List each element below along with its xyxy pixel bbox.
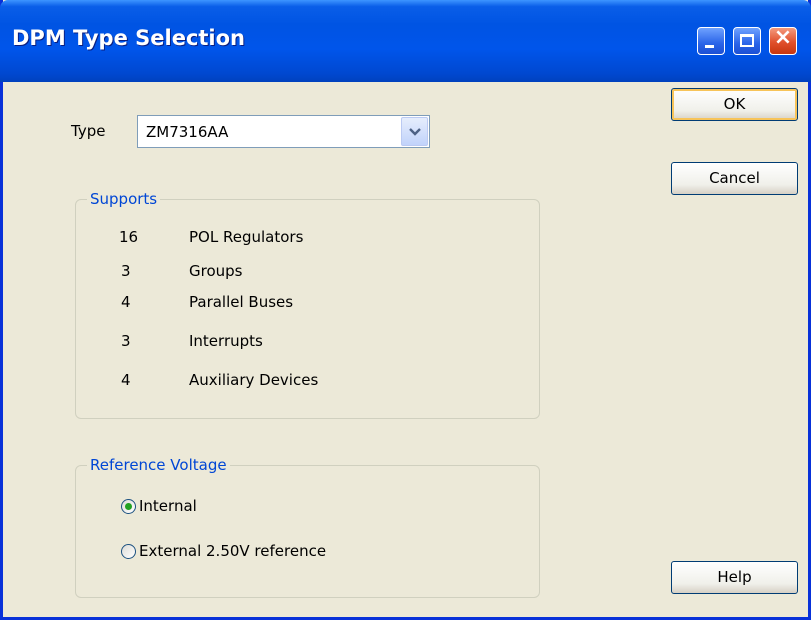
close-button[interactable]: × <box>769 25 797 55</box>
reference-voltage-group <box>75 465 540 598</box>
maximize-icon <box>740 34 754 47</box>
type-label: Type <box>71 122 106 140</box>
supports-legend: Supports <box>87 190 161 208</box>
dialog-window: DPM Type Selection × Type ZM7316AA Suppo… <box>0 0 811 620</box>
auxiliary-devices-label: Auxiliary Devices <box>189 371 319 389</box>
groups-label: Groups <box>189 262 243 280</box>
parallel-buses-count: 4 <box>121 293 131 311</box>
type-select[interactable]: ZM7316AA <box>137 115 430 148</box>
interrupts-count: 3 <box>121 332 131 350</box>
minimize-icon <box>705 45 714 48</box>
type-select-value: ZM7316AA <box>146 123 229 141</box>
internal-radio-label[interactable]: Internal <box>139 497 197 515</box>
pol-regulators-count: 16 <box>119 228 139 246</box>
dropdown-button[interactable] <box>401 117 428 146</box>
reference-voltage-legend: Reference Voltage <box>87 456 230 474</box>
external-reference-radio-label[interactable]: External 2.50V reference <box>139 542 326 560</box>
internal-radio[interactable] <box>121 499 136 514</box>
title-bar[interactable]: DPM Type Selection × <box>0 0 811 82</box>
cancel-button[interactable]: Cancel <box>671 162 798 195</box>
close-icon: × <box>773 25 793 50</box>
auxiliary-devices-count: 4 <box>121 371 131 389</box>
ok-button[interactable]: OK <box>671 88 798 121</box>
external-reference-radio[interactable] <box>121 544 136 559</box>
pol-regulators-label: POL Regulators <box>189 228 304 246</box>
parallel-buses-label: Parallel Buses <box>189 293 294 311</box>
window-title: DPM Type Selection <box>12 26 246 50</box>
groups-count: 3 <box>121 262 131 280</box>
interrupts-label: Interrupts <box>189 332 263 350</box>
maximize-button[interactable] <box>733 27 761 55</box>
minimize-button[interactable] <box>697 27 725 55</box>
help-button[interactable]: Help <box>671 561 798 594</box>
chevron-down-icon <box>409 128 421 136</box>
